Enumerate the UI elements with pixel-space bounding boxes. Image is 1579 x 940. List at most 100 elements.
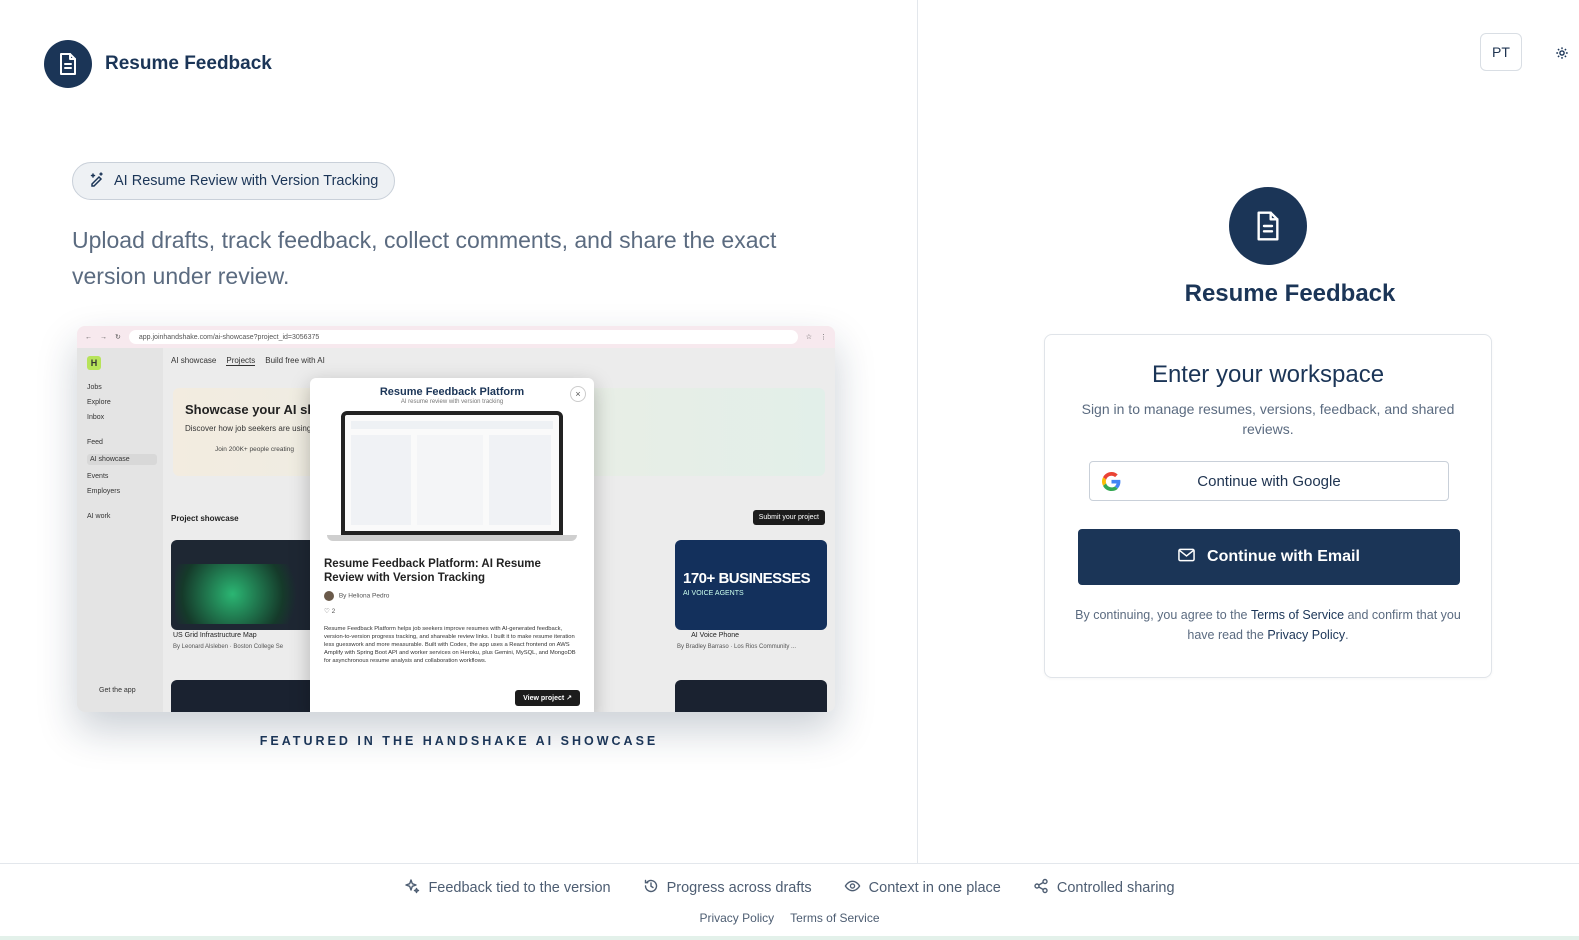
reload-icon: ↻ [115, 334, 121, 341]
google-icon [1102, 472, 1121, 495]
card-banner: 170+ BUSINESSES [683, 570, 811, 587]
history-icon [643, 878, 659, 898]
feature-item: Context in one place [844, 878, 1001, 898]
section-title: Project showcase [171, 514, 239, 523]
feature-label: Controlled sharing [1056, 880, 1175, 896]
card-banner-sub: AI VOICE AGENTS [683, 590, 744, 597]
gear-icon[interactable] [1555, 46, 1569, 65]
footer-terms-link[interactable]: Terms of Service [790, 911, 879, 925]
privacy-policy-link[interactable]: Privacy Policy [1267, 628, 1345, 642]
continue-with-google-button[interactable]: Continue with Google [1089, 461, 1449, 501]
submit-project-button: Submit your project [752, 510, 825, 525]
card-author: By Leonard Alsleben · Boston College Se [173, 644, 284, 650]
tab-label: Build free with AI [265, 356, 325, 365]
modal-author-name: By Heliona Pedro [338, 592, 390, 600]
project-card: 170+ BUSINESSES AI VOICE AGENTS [675, 540, 827, 630]
showcase-screenshot: ← → ↻ app.joinhandshake.com/ai-showcase?… [77, 326, 835, 712]
browser-toolbar: ← → ↻ app.joinhandshake.com/ai-showcase?… [77, 326, 835, 348]
footer-privacy-link[interactable]: Privacy Policy [699, 911, 774, 925]
sidebar-item: Employers [87, 488, 121, 495]
sidebar-item: Inbox [87, 414, 105, 421]
brand-name: Resume Feedback [105, 53, 272, 74]
auth-title: Resume Feedback [1184, 280, 1396, 307]
card-description: Sign in to manage resumes, versions, fee… [1081, 401, 1455, 437]
preview-column [417, 435, 483, 525]
card-title: US Grid Infrastructure Map [173, 632, 257, 639]
sidebar-item: AI work [87, 513, 111, 520]
project-card [675, 680, 827, 712]
project-card [171, 680, 323, 712]
avatar[interactable]: PT [1480, 33, 1522, 71]
email-button-label: Continue with Email [1207, 548, 1360, 565]
view-project-button: View project ↗ [515, 690, 580, 706]
modal-likes: ♡ 2 [324, 607, 580, 615]
footer: Feedback tied to the version Progress ac… [0, 863, 1579, 940]
feature-item: Progress across drafts [643, 878, 812, 898]
sidebar-item: Explore [87, 399, 111, 406]
feature-item: Feedback tied to the version [404, 878, 611, 898]
heart-icon: ♡ [324, 608, 330, 615]
legal-prefix: By continuing, you agree to the [1075, 608, 1251, 622]
map-thumbnail [175, 564, 319, 624]
sidebar-item: AI showcase [87, 454, 157, 465]
card-title: Enter your workspace [1151, 361, 1385, 388]
document-icon [1229, 187, 1307, 265]
preview-header [351, 421, 553, 429]
terms-of-service-link[interactable]: Terms of Service [1251, 608, 1344, 622]
menu-dots-icon: ⋮ [820, 334, 827, 341]
footer-links: Privacy Policy Terms of Service [0, 911, 1579, 925]
brand[interactable]: Resume Feedback [44, 40, 272, 88]
legal-text: By continuing, you agree to the Terms of… [1075, 605, 1461, 645]
pill-label: AI Resume Review with Version Tracking [114, 173, 379, 189]
modal-subtitle: AI resume review with version tracking [400, 399, 504, 405]
feature-list: Feedback tied to the version Progress ac… [0, 878, 1579, 898]
handshake-sidebar: H Jobs Explore Inbox Feed AI showcase Ev… [77, 348, 163, 712]
handshake-logo-icon: H [87, 356, 101, 370]
modal-author: By Heliona Pedro [324, 591, 580, 601]
mail-icon [1178, 548, 1195, 567]
close-icon: × [570, 386, 586, 402]
sidebar-item: Events [87, 473, 109, 480]
banner-join: Join 200K+ people creating [215, 446, 294, 453]
feature-item: Controlled sharing [1033, 878, 1175, 898]
sidebar-item: Jobs [87, 384, 102, 391]
author-avatar [324, 591, 334, 601]
document-icon [44, 40, 92, 88]
likes-count: 2 [331, 608, 336, 615]
card-author: By Bradley Barraso · Los Rios Community … [677, 644, 797, 650]
project-card [171, 540, 323, 630]
preview-column [351, 435, 411, 525]
preview-column [489, 435, 551, 525]
banner-title: Showcase your AI sk [185, 402, 315, 417]
share-icon [1033, 878, 1049, 898]
feature-label: Context in one place [868, 880, 1001, 896]
continue-with-email-button[interactable]: Continue with Email [1078, 529, 1460, 585]
project-modal: × Resume Feedback Platform AI resume rev… [310, 378, 594, 712]
laptop-base [327, 535, 577, 541]
browser-content: H Jobs Explore Inbox Feed AI showcase Ev… [77, 348, 835, 712]
handshake-tabs: AI showcase Projects Build free with AI [171, 356, 325, 366]
tab-label: Projects [226, 356, 256, 366]
tab-label: AI showcase [171, 356, 217, 365]
browser-url: app.joinhandshake.com/ai-showcase?projec… [128, 330, 798, 344]
forward-icon: → [100, 333, 107, 341]
marketing-panel: Resume Feedback AI Resume Review with Ve… [0, 0, 918, 863]
get-app-link: Get the app [99, 687, 136, 694]
google-button-label: Continue with Google [1197, 472, 1341, 490]
sparkle-pencil-icon [89, 171, 105, 191]
legal-suffix: . [1345, 628, 1349, 642]
sign-in-card: Enter your workspace Sign in to manage r… [1044, 334, 1492, 678]
back-icon: ← [85, 333, 92, 341]
featured-caption: FEATURED IN THE HANDSHAKE AI SHOWCASE [259, 734, 659, 748]
sparkles-icon [404, 878, 420, 898]
star-icon: ☆ [805, 334, 812, 341]
feature-label: Progress across drafts [666, 880, 812, 896]
banner-sub: Discover how job seekers are using [185, 424, 312, 433]
bottom-accent-bar [0, 936, 1579, 940]
eye-icon [844, 878, 861, 898]
modal-heading: Resume Feedback Platform: AI Resume Revi… [324, 558, 541, 584]
card-title: AI Voice Phone [691, 632, 739, 639]
modal-title: Resume Feedback Platform [379, 386, 525, 398]
hero-tagline: Upload drafts, track feedback, collect c… [72, 227, 777, 289]
feature-label: Feedback tied to the version [428, 880, 611, 896]
